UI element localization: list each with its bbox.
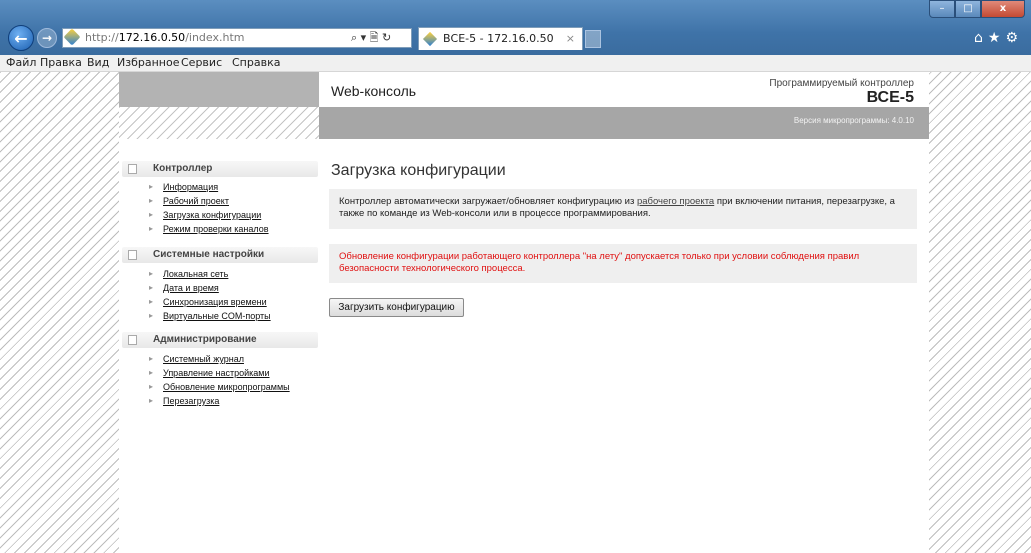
page-container: Web-консоль Программируемый контроллер В… — [119, 72, 929, 553]
close-window-button[interactable]: x — [981, 0, 1025, 18]
bullet-icon: ▸ — [149, 196, 154, 205]
url-host: 172.16.0.50 — [118, 31, 186, 44]
menu-view[interactable]: Вид — [87, 55, 109, 71]
bullet-icon: ▸ — [149, 210, 154, 219]
work-project-link[interactable]: рабочего проекта — [637, 196, 714, 207]
address-tools[interactable]: ⌕ ▾ 🗎 ↻ — [347, 29, 411, 47]
bullet-icon: ▸ — [149, 354, 154, 363]
sidebar-link[interactable]: Обновление микропрограммы — [163, 380, 290, 394]
bullet-icon: ▸ — [149, 396, 154, 405]
arrow-left-icon: ← — [14, 28, 28, 48]
console-title: Web-консоль — [331, 83, 417, 99]
sidebar-section-controller: Контроллер — [122, 161, 318, 177]
home-icon[interactable]: ⌂ — [974, 30, 988, 46]
section-icon — [128, 164, 137, 174]
new-tab-button[interactable] — [585, 30, 601, 48]
address-tools-icons[interactable]: ⌕ ▾ 🗎 ↻ — [351, 29, 391, 47]
warning-box: Обновление конфигурации работающего конт… — [329, 244, 917, 283]
page-background: Web-консоль Программируемый контроллер В… — [0, 72, 1031, 553]
info-text-part1: Контроллер автоматически загружает/обнов… — [339, 196, 637, 207]
tab-title: ВСЕ-5 - 172.16.0.50 — [443, 32, 554, 45]
sidebar-link[interactable]: Дата и время — [163, 281, 219, 295]
address-bar[interactable]: http://172.16.0.50/index.htm ⌕ ▾ 🗎 ↻ — [62, 28, 412, 48]
section-title: Контроллер — [153, 163, 213, 174]
favorites-star-icon[interactable]: ★ — [988, 30, 1006, 46]
menu-file[interactable]: Файл — [6, 55, 36, 71]
arrow-right-icon: → — [41, 31, 53, 45]
bullet-icon: ▸ — [149, 283, 154, 292]
header-left-pattern — [119, 107, 319, 139]
section-title: Администрирование — [153, 334, 257, 345]
settings-gear-icon[interactable]: ⚙ — [1005, 30, 1023, 46]
header-left-block — [119, 72, 319, 107]
bullet-icon: ▸ — [149, 382, 154, 391]
firmware-version: Версия микропрограммы: 4.0.10 — [793, 116, 914, 125]
browser-titlebar: ← → http://172.16.0.50/index.htm ⌕ ▾ 🗎 ↻… — [0, 0, 1031, 55]
load-config-button[interactable]: Загрузить конфигурацию — [329, 298, 464, 317]
tab-favicon-icon — [422, 31, 438, 47]
controller-type: Программируемый контроллер — [769, 78, 914, 89]
url-text[interactable]: http://172.16.0.50/index.htm — [85, 29, 244, 47]
menu-help[interactable]: Справка — [232, 55, 280, 71]
page-title: Загрузка конфигурации — [331, 162, 506, 179]
menu-bar: Файл Правка Вид Избранное Сервис Справка — [0, 55, 1031, 72]
sidebar-link[interactable]: Перезагрузка — [163, 394, 219, 408]
back-button[interactable]: ← — [8, 25, 34, 51]
bullet-icon: ▸ — [149, 224, 154, 233]
menu-tools[interactable]: Сервис — [181, 55, 222, 71]
section-icon — [128, 250, 137, 260]
bullet-icon: ▸ — [149, 182, 154, 191]
menu-favorites[interactable]: Избранное — [117, 55, 179, 71]
sidebar-link[interactable]: Виртуальные COM-порты — [163, 309, 271, 323]
sidebar-section-system-settings: Системные настройки — [122, 247, 318, 263]
device-name: ВСЕ-5 — [866, 89, 914, 106]
minimize-button[interactable]: – — [929, 0, 955, 18]
sidebar-link[interactable]: Загрузка конфигурации — [163, 208, 261, 222]
sidebar-section-administration: Администрирование — [122, 332, 318, 348]
info-box: Контроллер автоматически загружает/обнов… — [329, 189, 917, 229]
sidebar-link[interactable]: Локальная сеть — [163, 267, 228, 281]
window-controls: – □ x — [929, 0, 1025, 18]
tab-close-icon[interactable]: × — [566, 28, 575, 49]
browser-tab[interactable]: ВСЕ-5 - 172.16.0.50 × — [418, 27, 583, 50]
sidebar-link[interactable]: Информация — [163, 180, 218, 194]
section-icon — [128, 335, 137, 345]
sidebar-link[interactable]: Синхронизация времени — [163, 295, 267, 309]
browser-toolbar-icons: ⌂★⚙ — [974, 30, 1023, 46]
section-title: Системные настройки — [153, 249, 265, 260]
sidebar-link[interactable]: Рабочий проект — [163, 194, 229, 208]
url-prefix: http:// — [85, 31, 119, 44]
warning-text: Обновление конфигурации работающего конт… — [339, 251, 860, 274]
bullet-icon: ▸ — [149, 368, 154, 377]
sidebar-link[interactable]: Режим проверки каналов — [163, 222, 269, 236]
sidebar-link[interactable]: Системный журнал — [163, 352, 244, 366]
bullet-icon: ▸ — [149, 297, 154, 306]
page-favicon-icon — [63, 28, 81, 46]
bullet-icon: ▸ — [149, 311, 154, 320]
url-path: /index.htm — [185, 31, 245, 44]
menu-edit[interactable]: Правка — [40, 55, 82, 71]
sidebar-link[interactable]: Управление настройками — [163, 366, 270, 380]
forward-button[interactable]: → — [37, 28, 57, 48]
maximize-button[interactable]: □ — [955, 0, 981, 18]
bullet-icon: ▸ — [149, 269, 154, 278]
